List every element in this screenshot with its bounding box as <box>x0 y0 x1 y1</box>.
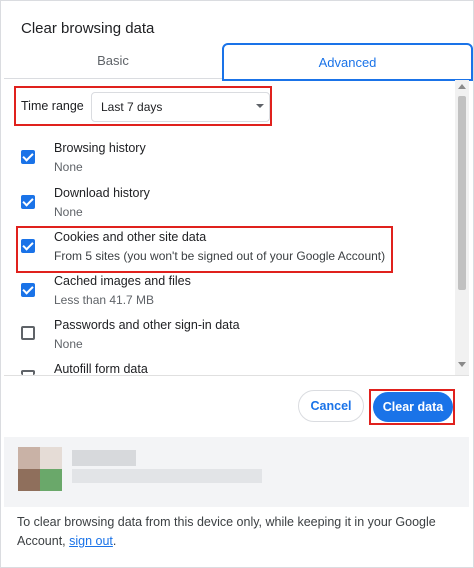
cached-images-detail: Less than 41.7 MB <box>54 293 155 307</box>
clear-data-button[interactable]: Clear data <box>373 392 453 422</box>
account-name-blurred <box>72 450 136 466</box>
autofill-label: Autofill form data <box>54 362 148 376</box>
passwords-checkbox[interactable] <box>21 326 35 340</box>
footer-period: . <box>112 534 117 548</box>
scroll-down-arrow-icon[interactable] <box>458 362 466 367</box>
cancel-button[interactable]: Cancel <box>298 390 364 422</box>
dropdown-arrow-icon <box>256 104 264 108</box>
divider <box>4 375 469 376</box>
passwords-label: Passwords and other sign-in data <box>54 318 240 332</box>
sign-out-link[interactable]: sign out <box>69 534 113 548</box>
cookies-detail: From 5 sites (you won't be signed out of… <box>54 249 386 263</box>
cached-images-label: Cached images and files <box>54 274 191 288</box>
download-history-checkbox[interactable] <box>21 195 35 209</box>
cached-images-checkbox[interactable] <box>21 283 35 297</box>
tab-basic[interactable]: Basic <box>4 43 222 79</box>
time-range-label: Time range <box>21 99 84 113</box>
time-range-value: Last 7 days <box>101 100 163 114</box>
cookies-label: Cookies and other site data <box>54 230 207 244</box>
download-history-detail: None <box>54 205 83 219</box>
download-history-label: Download history <box>54 186 150 200</box>
avatar <box>18 447 62 491</box>
scroll-thumb[interactable] <box>458 96 466 290</box>
footer-text: To clear browsing data from this device … <box>17 513 437 551</box>
scroll-up-arrow-icon[interactable] <box>458 84 466 89</box>
account-email-blurred <box>72 469 262 483</box>
passwords-detail: None <box>54 337 83 351</box>
dialog-title: Clear browsing data <box>21 20 155 37</box>
tab-advanced[interactable]: Advanced <box>222 43 473 81</box>
cookies-checkbox[interactable] <box>21 239 35 253</box>
browsing-history-checkbox[interactable] <box>21 150 35 164</box>
browsing-history-label: Browsing history <box>54 141 146 155</box>
browsing-history-detail: None <box>54 160 83 174</box>
